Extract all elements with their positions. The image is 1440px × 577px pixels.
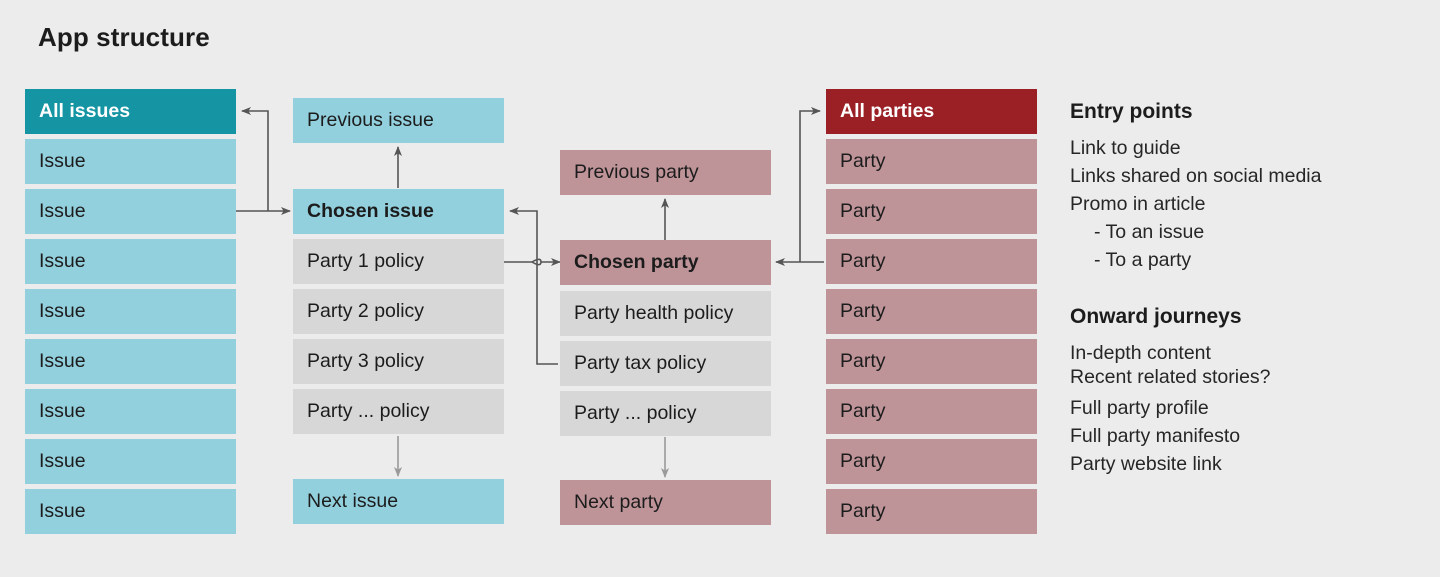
page-title: App structure (38, 22, 210, 52)
issue-policy-label: Party ... policy (307, 400, 430, 422)
party-list-item-label: Party (840, 250, 886, 272)
previous-issue-label: Previous issue (307, 109, 434, 131)
entry-points-line: - To a party (1094, 249, 1192, 271)
arrow-chosen-party-to-all-parties (799, 107, 821, 262)
onward-journeys-line: Full party profile (1070, 397, 1209, 419)
entry-points-heading: Entry points (1070, 100, 1193, 123)
issue-policy-row[interactable]: Party ... policy (293, 389, 504, 434)
entry-points-line: Link to guide (1070, 137, 1181, 159)
next-issue-label: Next issue (307, 490, 399, 512)
party-policy-label: Party tax policy (574, 352, 707, 374)
arrow-party-tax-policy-to-chosen-issue (509, 207, 558, 365)
party-list-item[interactable]: Party (826, 289, 1037, 334)
previous-party-label: Previous party (574, 161, 699, 183)
issue-list-item-label: Issue (39, 300, 86, 322)
previous-issue-box[interactable]: Previous issue (293, 98, 504, 143)
issue-list-item-label: Issue (39, 200, 86, 222)
chosen-party-label: Chosen party (574, 251, 699, 273)
onward-journeys-line: Recent related stories? (1070, 366, 1271, 388)
issue-list-item-label: Issue (39, 250, 86, 272)
issue-list-item-label: Issue (39, 500, 86, 522)
issue-list-item[interactable]: Issue (25, 239, 236, 284)
previous-party-box[interactable]: Previous party (560, 150, 771, 195)
all-parties-header[interactable]: All parties (826, 89, 1037, 134)
party-policy-label: Party health policy (574, 302, 734, 324)
party-list-item-label: Party (840, 450, 886, 472)
party-policy-label: Party ... policy (574, 402, 697, 424)
all-issues-header-label: All issues (39, 100, 131, 122)
issue-policy-label: Party 1 policy (307, 250, 425, 272)
issue-policy-row[interactable]: Party 2 policy (293, 289, 504, 334)
party-list-item-label: Party (840, 350, 886, 372)
diagram-canvas: App structure All issues Issue Issue Iss… (0, 0, 1440, 577)
party-policy-row[interactable]: Party health policy (560, 291, 771, 336)
onward-journeys-heading: Onward journeys (1070, 305, 1242, 328)
chosen-issue-box[interactable]: Chosen issue (293, 189, 504, 234)
issue-policy-row[interactable]: Party 3 policy (293, 339, 504, 384)
issue-list-item-label: Issue (39, 450, 86, 472)
party-policy-row[interactable]: Party tax policy (560, 341, 771, 386)
party-list-item-label: Party (840, 200, 886, 222)
issue-policy-label: Party 2 policy (307, 300, 425, 322)
party-list-item-label: Party (840, 400, 886, 422)
party-list-item[interactable]: Party (826, 239, 1037, 284)
issue-list-item-label: Issue (39, 400, 86, 422)
party-list-item[interactable]: Party (826, 339, 1037, 384)
all-parties-header-label: All parties (840, 100, 935, 122)
arrow-line-jump (531, 258, 542, 266)
issue-policy-label: Party 3 policy (307, 350, 425, 372)
issue-list-item[interactable]: Issue (25, 489, 236, 534)
issue-list-item[interactable]: Issue (25, 289, 236, 334)
arrow-chosen-issue-to-all-issues (241, 107, 269, 211)
onward-journeys-line: Party website link (1070, 453, 1222, 475)
next-party-box[interactable]: Next party (560, 480, 771, 525)
party-list-item-label: Party (840, 150, 886, 172)
party-list-item[interactable]: Party (826, 439, 1037, 484)
entry-points-line: - To an issue (1094, 221, 1205, 243)
next-party-label: Next party (574, 491, 663, 513)
entry-points-line: Promo in article (1070, 193, 1206, 215)
onward-journeys-line: Full party manifesto (1070, 425, 1241, 447)
all-issues-header[interactable]: All issues (25, 89, 236, 134)
chosen-issue-label: Chosen issue (307, 200, 434, 222)
issue-list-item[interactable]: Issue (25, 389, 236, 434)
entry-points-line: Links shared on social media (1070, 165, 1322, 187)
onward-journeys-line: In-depth content (1070, 342, 1211, 364)
chosen-party-box[interactable]: Chosen party (560, 240, 771, 285)
party-list-item-label: Party (840, 300, 886, 322)
issue-list-item[interactable]: Issue (25, 339, 236, 384)
next-issue-box[interactable]: Next issue (293, 479, 504, 524)
issue-list-item[interactable]: Issue (25, 439, 236, 484)
party-list-item[interactable]: Party (826, 389, 1037, 434)
party-policy-row[interactable]: Party ... policy (560, 391, 771, 436)
issue-policy-row[interactable]: Party 1 policy (293, 239, 504, 284)
party-list-item[interactable]: Party (826, 489, 1037, 534)
party-list-item-label: Party (840, 500, 886, 522)
issue-list-item[interactable]: Issue (25, 189, 236, 234)
issue-list-item-label: Issue (39, 150, 86, 172)
party-list-item[interactable]: Party (826, 189, 1037, 234)
party-list-item[interactable]: Party (826, 139, 1037, 184)
issue-list-item[interactable]: Issue (25, 139, 236, 184)
issue-list-item-label: Issue (39, 350, 86, 372)
